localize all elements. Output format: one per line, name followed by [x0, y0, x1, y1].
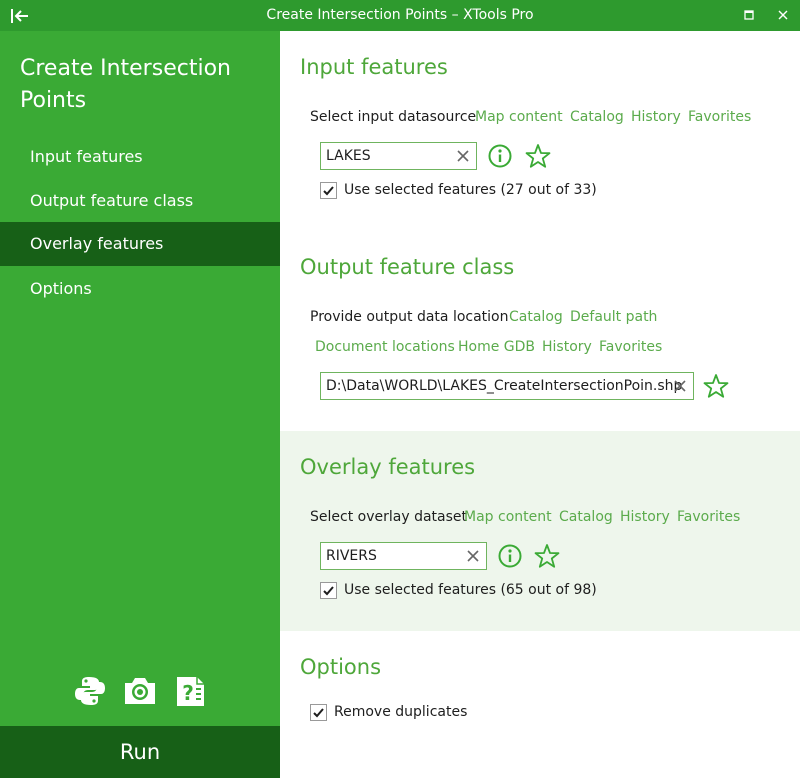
overlay-features-section: Overlay features Select overlay dataset … — [280, 431, 800, 631]
input-link-catalog[interactable]: Catalog — [570, 109, 624, 125]
clear-icon[interactable] — [671, 377, 689, 395]
overlay-link-favorites[interactable]: Favorites — [677, 509, 740, 525]
window-title: Create Intersection Points – XTools Pro — [266, 7, 534, 23]
close-icon[interactable] — [775, 7, 791, 23]
clear-icon[interactable] — [454, 147, 472, 165]
sidebar-item-overlay-features[interactable]: Overlay features — [0, 222, 280, 266]
run-button[interactable]: Run — [0, 726, 280, 778]
overlay-dataset-field[interactable]: RIVERS — [320, 542, 487, 570]
favorite-star-icon[interactable] — [703, 373, 729, 399]
checkmark-icon — [313, 708, 324, 718]
checkmark-icon — [323, 586, 334, 596]
overlay-link-history[interactable]: History — [620, 509, 670, 525]
input-link-map-content[interactable]: Map content — [475, 109, 563, 125]
output-feature-class-title: Output feature class — [300, 255, 515, 279]
maximize-icon[interactable] — [741, 7, 757, 23]
overlay-dataset-value: RIVERS — [326, 548, 377, 564]
input-datasource-label: Select input datasource — [310, 109, 477, 125]
output-location-value: D:\Data\WORLD\LAKES_CreateIntersectionPo… — [326, 378, 683, 394]
favorite-star-icon[interactable] — [525, 143, 551, 169]
remove-duplicates-label: Remove duplicates — [334, 704, 468, 720]
overlay-features-title: Overlay features — [300, 455, 476, 479]
overlay-use-selected-checkbox[interactable] — [320, 582, 337, 599]
output-link-document-locations[interactable]: Document locations — [315, 339, 455, 355]
remove-duplicates-checkbox[interactable] — [310, 704, 327, 721]
sidebar-item-input-features[interactable]: Input features — [0, 135, 280, 179]
tool-heading: Create Intersection Points — [20, 53, 270, 117]
sidebar-item-options[interactable]: Options — [0, 267, 280, 311]
info-icon[interactable] — [487, 143, 513, 169]
sidebar-item-output-feature-class[interactable]: Output feature class — [0, 179, 280, 223]
output-link-home-gdb[interactable]: Home GDB — [458, 339, 535, 355]
camera-icon[interactable] — [122, 673, 158, 709]
options-title: Options — [300, 655, 382, 679]
overlay-link-catalog[interactable]: Catalog — [559, 509, 613, 525]
overlay-dataset-label: Select overlay dataset — [310, 509, 467, 525]
output-feature-class-section: Output feature class Provide output data… — [280, 231, 800, 431]
output-link-default-path[interactable]: Default path — [570, 309, 657, 325]
input-features-section: Input features Select input datasource M… — [280, 31, 800, 231]
input-datasource-field[interactable]: LAKES — [320, 142, 477, 170]
svg-text:?: ? — [182, 681, 194, 705]
input-link-favorites[interactable]: Favorites — [688, 109, 751, 125]
title-bar: Create Intersection Points – XTools Pro — [0, 0, 800, 31]
options-section: Options Remove duplicates — [280, 631, 800, 778]
output-link-catalog[interactable]: Catalog — [509, 309, 563, 325]
output-location-field[interactable]: D:\Data\WORLD\LAKES_CreateIntersectionPo… — [320, 372, 694, 400]
input-use-selected-label: Use selected features (27 out of 33) — [344, 182, 597, 198]
overlay-link-map-content[interactable]: Map content — [464, 509, 552, 525]
python-icon[interactable] — [72, 673, 108, 709]
tool-heading-line2: Points — [20, 88, 87, 113]
checkmark-icon — [323, 186, 334, 196]
output-link-favorites[interactable]: Favorites — [599, 339, 662, 355]
sidebar: Create Intersection Points Input feature… — [0, 31, 280, 778]
output-link-history[interactable]: History — [542, 339, 592, 355]
help-icon[interactable]: ? — [172, 673, 208, 709]
overlay-use-selected-label: Use selected features (65 out of 98) — [344, 582, 597, 598]
input-link-history[interactable]: History — [631, 109, 681, 125]
favorite-star-icon[interactable] — [534, 543, 560, 569]
input-datasource-value: LAKES — [326, 148, 371, 164]
info-icon[interactable] — [497, 543, 523, 569]
input-features-title: Input features — [300, 55, 448, 79]
clear-icon[interactable] — [464, 547, 482, 565]
tool-heading-line1: Create Intersection — [20, 56, 231, 81]
input-use-selected-checkbox[interactable] — [320, 182, 337, 199]
output-location-label: Provide output data location — [310, 309, 509, 325]
